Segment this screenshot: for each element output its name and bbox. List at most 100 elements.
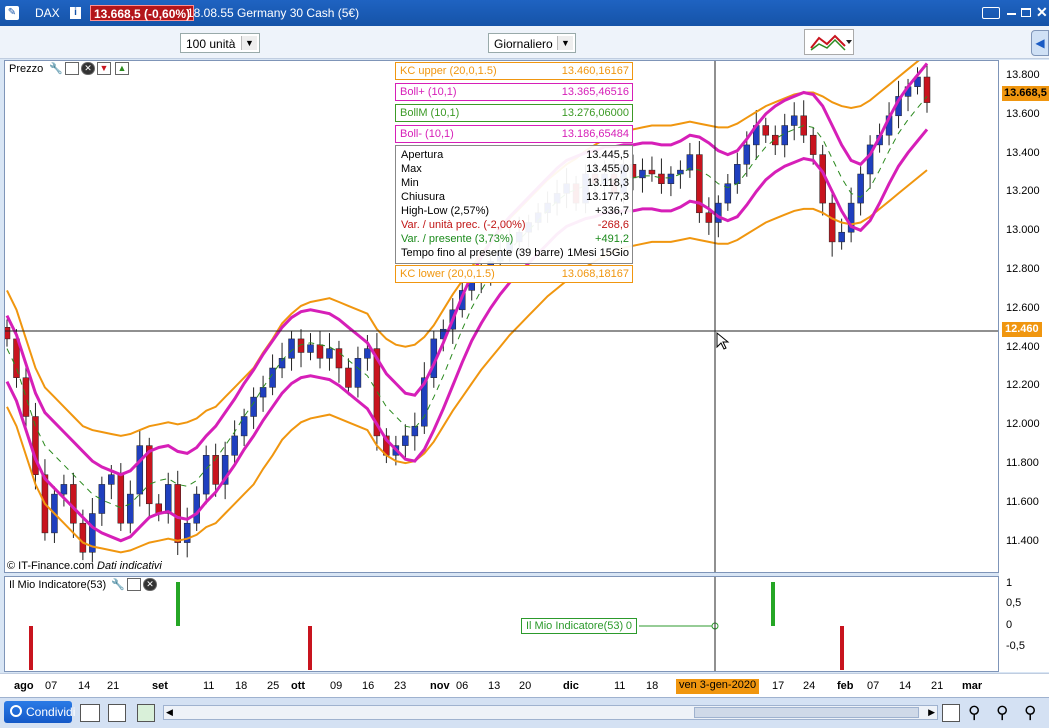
zoom-out-icon[interactable]: ⚲	[996, 703, 1008, 723]
legend-item[interactable]: BollM (10,1) 13.276,06000	[395, 104, 633, 122]
symbol-title: DAX	[35, 6, 60, 20]
candle-body	[5, 327, 11, 340]
wrench-icon[interactable]: 🔧	[111, 578, 125, 591]
candle-body	[734, 164, 741, 184]
close-icon[interactable]: ✕	[1036, 4, 1048, 21]
indicator-tick: 1	[1006, 577, 1013, 589]
candle-body	[250, 396, 257, 417]
time-axis[interactable]: ago 07 14 21 set 11 18 25 ott 09 16 23 nov 06 13 20 dic 1…	[0, 673, 1049, 697]
candle-body	[136, 445, 144, 495]
candle-body	[22, 377, 30, 417]
price-tick: 13.400	[1006, 146, 1040, 159]
candle-body	[743, 144, 751, 165]
chart-type-button[interactable]	[804, 29, 854, 55]
candle-body	[667, 173, 675, 184]
share-button[interactable]: Condividi	[4, 701, 75, 723]
candles-icon[interactable]	[108, 704, 126, 722]
period-select[interactable]: Giornaliero ▼	[488, 33, 576, 53]
ohlc-row: Apertura 13.445,5	[401, 149, 631, 163]
candle-body	[174, 484, 181, 543]
candle-body	[335, 348, 343, 369]
wrench-icon[interactable]: 🔧	[49, 62, 63, 75]
candle-body	[307, 344, 314, 353]
candle-body	[705, 212, 713, 223]
candle-body	[79, 522, 87, 553]
time-tick: 07	[867, 680, 880, 692]
window-icon[interactable]	[127, 578, 141, 591]
time-tick: 11	[614, 680, 626, 692]
close-panel-icon[interactable]: ✕	[143, 578, 157, 591]
time-tick: 06	[456, 680, 469, 692]
time-scrollbar[interactable]: ◀ ▶	[163, 705, 938, 720]
units-select[interactable]: 100 unità ▼	[180, 33, 260, 53]
candle-body	[259, 387, 267, 398]
time-tick: 23	[394, 680, 407, 692]
legend-name: KC upper (20,0,1.5)	[400, 65, 497, 77]
side-tool-button[interactable]: ◀	[1031, 30, 1049, 56]
info-icon[interactable]: i	[70, 7, 81, 19]
legend-item[interactable]: KC upper (20,0,1.5) 13.460,16167	[395, 62, 633, 80]
candle-body	[715, 202, 722, 223]
time-tick: 25	[267, 680, 280, 692]
ohlc-value: 13.118,3	[586, 177, 629, 189]
move-up-icon[interactable]: ▲	[115, 62, 129, 75]
zoom-in-icon[interactable]: ⚲	[1024, 703, 1036, 723]
scroll-thumb[interactable]	[694, 707, 919, 718]
time-tick: 16	[362, 680, 375, 692]
indicator-panel[interactable]: Il Mio Indicatore(53) 🔧 ✕ Il Mio Indicat…	[4, 576, 999, 672]
minimize-icon[interactable]	[1007, 13, 1016, 15]
ohlc-row: High-Low (2,57%) +336,7	[401, 205, 631, 219]
legend-item-kc-lower[interactable]: KC lower (20,0,1.5) 13.068,18167	[395, 265, 633, 283]
price-panel-label: Prezzo	[9, 63, 44, 75]
keyboard-icon[interactable]	[982, 7, 1000, 19]
time-tick: ven 3-gen-2020	[676, 679, 760, 694]
ohlc-value: 1Mesi 15Gio	[567, 247, 629, 259]
time-tick: feb	[837, 680, 854, 692]
data-note: Dati indicativi	[97, 560, 162, 572]
indicator-tools-icon[interactable]	[80, 704, 100, 722]
legend-item[interactable]: Boll- (10,1) 13.186,65484	[395, 125, 633, 143]
time-tick: dic	[563, 680, 579, 692]
ohlc-value: -268,6	[597, 219, 629, 231]
price-tick: 12.000	[1006, 418, 1040, 431]
time-tick: 09	[330, 680, 343, 692]
candle-body	[60, 484, 68, 495]
legend-name: KC lower (20,0,1.5)	[400, 268, 495, 280]
candle-body	[117, 474, 125, 524]
legend-value: 13.068,18167	[561, 268, 629, 280]
candle-body	[326, 348, 333, 359]
candle-body	[790, 115, 798, 126]
ohlc-label: Var. / unità prec. (-2,00%)	[401, 219, 526, 231]
indicator-tick: 0	[1006, 619, 1013, 631]
time-tick: ott	[291, 680, 306, 692]
candle-body	[828, 202, 836, 243]
list-icon[interactable]	[137, 704, 155, 722]
time-tick: 21	[931, 680, 944, 692]
ohlc-row: Var. / presente (3,73%) +491,2	[401, 233, 631, 247]
candle-body	[288, 338, 295, 359]
copyright-text: © IT-Finance.com	[7, 560, 94, 572]
legend-name: Boll+ (10,1)	[400, 86, 457, 98]
maximize-icon[interactable]	[1021, 8, 1031, 17]
close-panel-icon[interactable]: ✕	[81, 62, 95, 75]
price-tick: 13.200	[1006, 185, 1040, 198]
candle-body	[240, 416, 248, 437]
window-icon[interactable]	[65, 62, 79, 75]
scroll-left-icon[interactable]: ◀	[166, 707, 173, 718]
cursor-price-label: 12.460	[1002, 322, 1042, 337]
chart-settings-icon[interactable]	[942, 704, 960, 722]
scroll-right-icon[interactable]: ▶	[928, 707, 935, 718]
candle-body	[364, 348, 371, 359]
move-down-icon[interactable]: ▼	[97, 62, 111, 75]
price-axis[interactable]: 13.800 13.600 13.400 13.200 13.000 12.800 12.6…	[999, 60, 1049, 672]
legend-item[interactable]: Boll+ (10,1) 13.365,46516	[395, 83, 633, 101]
zoom-area-icon[interactable]: ⚲	[968, 703, 980, 723]
candle-body	[639, 169, 646, 179]
chart-type-icon	[810, 34, 852, 51]
copyright-note: © IT-Finance.com Dati indicativi	[7, 560, 162, 572]
price-tick: 12.600	[1006, 301, 1040, 314]
candle-body	[771, 134, 779, 146]
price-tick: 12.800	[1006, 263, 1040, 275]
legend-name: BollM (10,1)	[400, 107, 460, 119]
legend-value: 13.460,16167	[561, 65, 629, 77]
